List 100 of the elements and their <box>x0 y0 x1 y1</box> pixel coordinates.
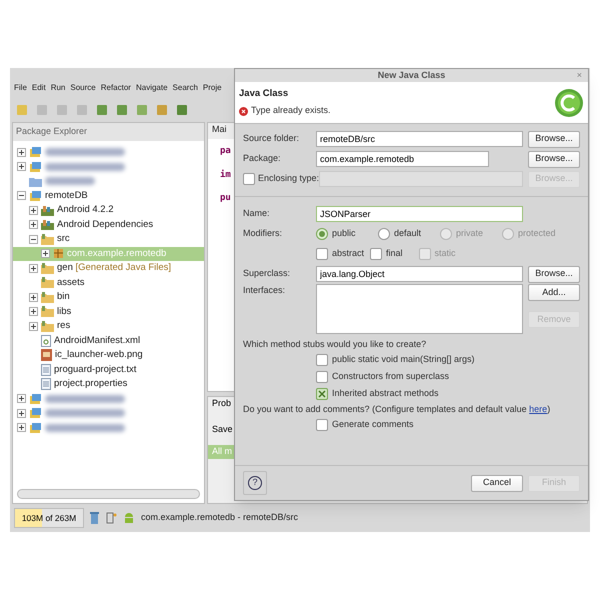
checkbox[interactable] <box>370 248 382 260</box>
tree-label: com.example.remotedb <box>67 246 166 261</box>
help-button[interactable]: ? <box>243 471 267 495</box>
horizontal-scrollbar[interactable] <box>17 489 200 499</box>
templates-link[interactable]: here <box>529 404 548 414</box>
enclosing-type-field[interactable] <box>319 171 523 187</box>
radio-label: public <box>332 227 356 240</box>
tree-label: Android 4.2.2 <box>57 203 114 218</box>
tree-item[interactable]: Android Dependencies <box>13 218 204 232</box>
source-folder-field[interactable]: remoteDB/src <box>316 131 523 147</box>
browse-button[interactable]: Browse... <box>528 266 580 282</box>
tree-label: project.properties <box>54 377 128 392</box>
radio-button[interactable] <box>316 228 328 240</box>
checkbox-label: static <box>434 247 456 260</box>
toolbar-icon[interactable] <box>176 104 188 116</box>
expand-toggle[interactable] <box>29 322 38 331</box>
dialog-title: New Java Class <box>378 68 446 82</box>
field-label: Package: <box>243 152 282 166</box>
menu-item[interactable]: Source <box>70 82 96 94</box>
menu-item[interactable]: Navigate <box>136 82 168 94</box>
android-icon[interactable] <box>123 512 135 524</box>
package-icon <box>53 248 64 260</box>
tree-item[interactable]: ic_launcher-web.png <box>13 348 204 362</box>
menu-item[interactable]: Search <box>172 82 198 94</box>
tree-item[interactable]: Android 4.2.2 <box>13 203 204 218</box>
toolbar-icon[interactable] <box>96 104 108 116</box>
tree-item[interactable]: src <box>13 232 204 246</box>
tree-item[interactable]: bin <box>13 290 204 304</box>
radio-label: default <box>394 227 422 240</box>
expand-toggle[interactable] <box>17 394 26 404</box>
field-label: Source folder: <box>243 132 300 146</box>
library-icon <box>41 204 54 216</box>
expand-toggle[interactable] <box>29 234 38 244</box>
toolbar-icon[interactable] <box>136 104 148 116</box>
header-title: Java Class <box>239 87 290 102</box>
field-label: Superclass: <box>243 267 292 280</box>
tree-item[interactable]: gen [Generated Java Files] <box>13 261 204 276</box>
browse-button[interactable]: Browse... <box>528 130 580 148</box>
menu-item[interactable]: Proje <box>202 82 222 94</box>
toolbar-icon[interactable] <box>116 104 128 116</box>
menu-item[interactable]: File <box>14 82 27 94</box>
radio-label: protected <box>518 227 556 240</box>
heap-meter[interactable]: 103M of 263M <box>14 508 84 528</box>
tree-item[interactable]: proguard-project.txt <box>13 362 204 377</box>
project-icon <box>29 190 42 202</box>
trash-icon[interactable] <box>90 512 99 524</box>
superclass-field[interactable]: java.lang.Object <box>316 266 523 282</box>
expand-toggle[interactable] <box>29 264 38 273</box>
tree-item[interactable]: remoteDB <box>13 188 204 203</box>
tree-item[interactable]: assets <box>13 276 204 290</box>
package-field[interactable]: com.example.remotedb <box>316 151 489 167</box>
dialog-button[interactable]: Cancel <box>471 474 523 492</box>
tree-label: libs <box>57 304 72 319</box>
status-text: com.example.remotedb - remoteDB/src <box>141 511 298 524</box>
device-icon[interactable] <box>105 512 117 524</box>
library-icon <box>41 219 54 230</box>
expand-toggle[interactable] <box>17 423 26 432</box>
field-label: Modifiers: <box>243 227 284 240</box>
blurred-label <box>45 177 95 186</box>
code-line: im <box>220 168 231 182</box>
toolbar-icon[interactable] <box>156 104 168 116</box>
checkbox[interactable] <box>316 248 328 260</box>
project-icon <box>29 160 42 173</box>
menu-item[interactable]: Refactor <box>100 82 131 94</box>
expand-toggle[interactable] <box>17 191 26 200</box>
expand-toggle[interactable] <box>17 162 26 172</box>
name-field[interactable]: JSONParser <box>316 206 523 222</box>
project-icon <box>29 407 42 420</box>
expand-toggle[interactable] <box>29 206 38 215</box>
xml-file-icon <box>41 334 51 347</box>
checkbox-label: final <box>386 247 403 260</box>
expand-toggle[interactable] <box>41 249 50 258</box>
project-icon <box>29 392 42 405</box>
expand-toggle[interactable] <box>29 292 38 302</box>
expand-toggle[interactable] <box>17 408 26 418</box>
folder-icon <box>41 320 54 332</box>
tree-item[interactable]: res <box>13 319 204 334</box>
checkbox[interactable] <box>316 371 328 383</box>
menu-item[interactable]: Run <box>50 82 66 94</box>
class-logo-icon <box>554 88 584 118</box>
add-button[interactable]: Add... <box>528 284 580 301</box>
browse-button[interactable]: Browse... <box>528 150 580 168</box>
expand-toggle[interactable] <box>29 307 38 316</box>
interfaces-list[interactable] <box>316 284 523 334</box>
radio-button[interactable] <box>378 228 390 240</box>
checkbox[interactable] <box>316 354 328 366</box>
expand-toggle[interactable] <box>29 220 38 230</box>
radio-label: private <box>456 227 484 240</box>
project-icon <box>29 146 42 158</box>
checkbox[interactable] <box>316 418 328 430</box>
tree-label: ic_launcher-web.png <box>55 348 143 362</box>
tree-item[interactable]: project.properties <box>13 377 204 392</box>
tree-item[interactable]: AndroidManifest.xml <box>13 334 204 348</box>
menu-item[interactable]: Edit <box>32 82 46 94</box>
checkbox[interactable] <box>316 388 328 400</box>
file-icon <box>41 364 51 376</box>
tree-label: Android Dependencies <box>57 218 154 232</box>
tree-item[interactable]: libs <box>13 304 204 319</box>
error-icon <box>239 106 248 116</box>
expand-toggle[interactable] <box>17 148 26 157</box>
